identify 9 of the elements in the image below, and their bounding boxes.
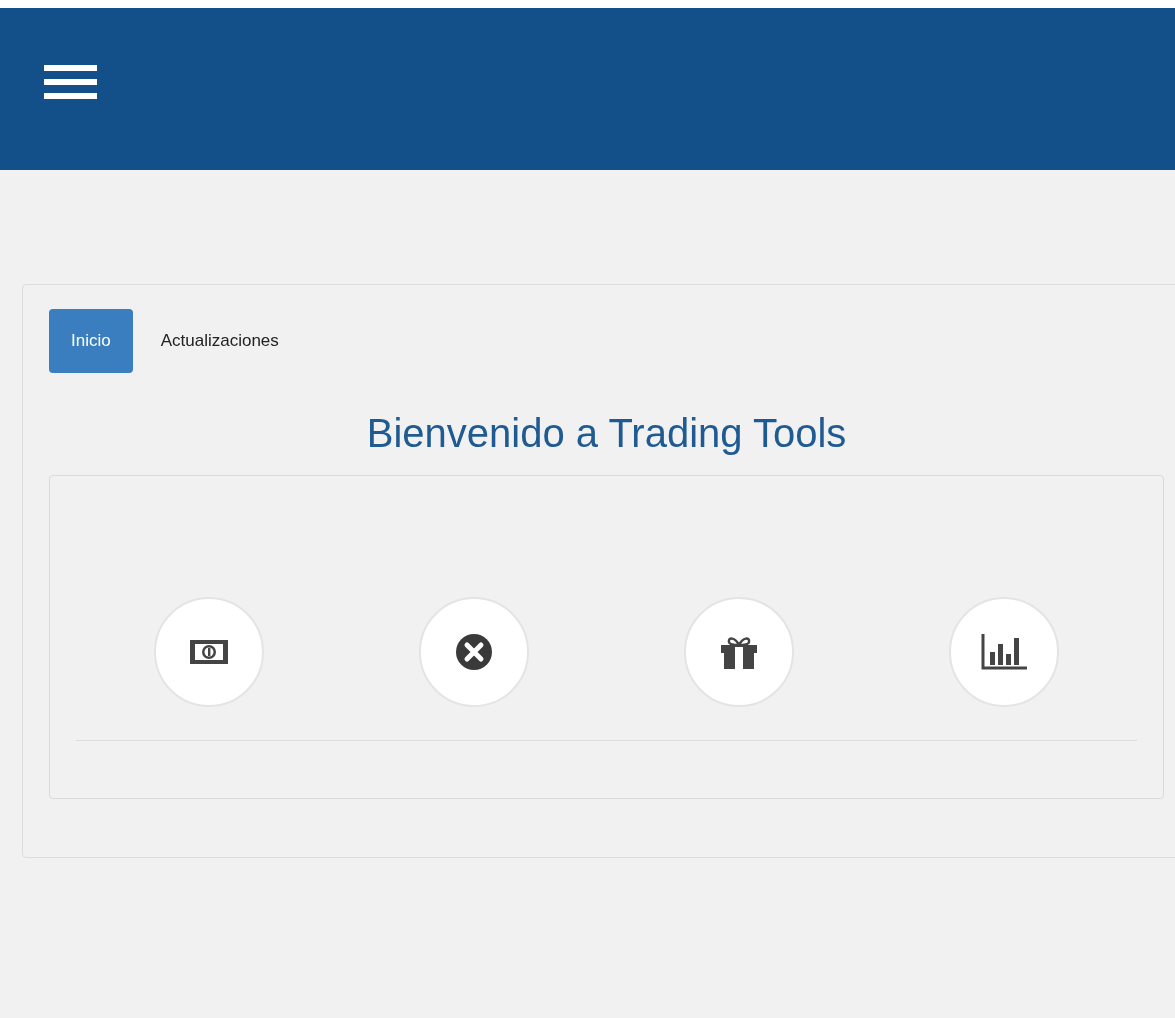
gift-icon [721,635,758,669]
close-icon [455,634,492,670]
menu-button[interactable] [44,65,97,99]
banknote-icon [189,640,228,664]
menu-icon [44,65,97,99]
tab[interactable]: Inicio [49,309,133,373]
tab[interactable]: Actualizaciones [138,309,301,373]
page-title: Bienvenido a Trading Tools [365,410,848,457]
bar-chart-icon [981,634,1028,670]
